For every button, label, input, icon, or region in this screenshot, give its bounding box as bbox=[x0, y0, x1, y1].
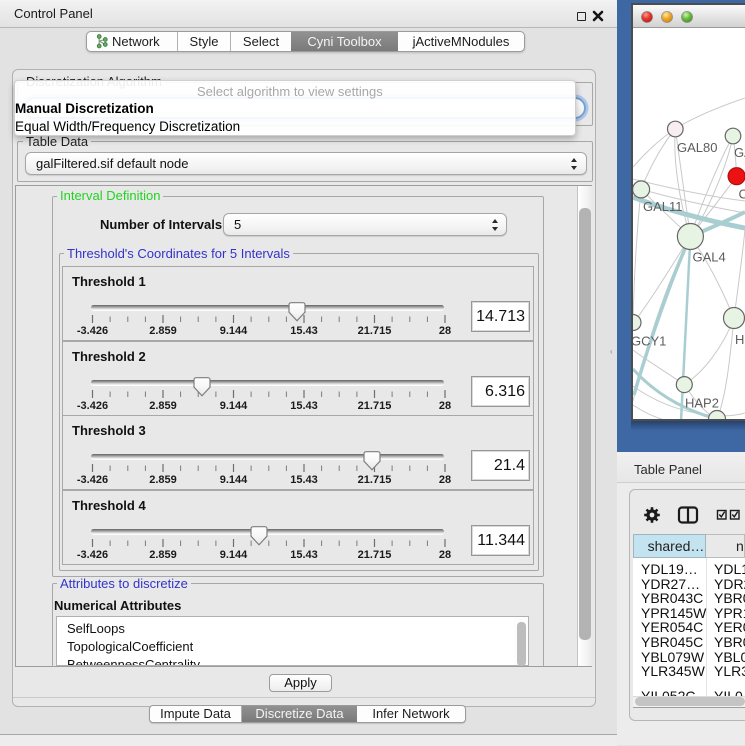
svg-text:HI: HI bbox=[735, 332, 745, 347]
svg-text:GA: GA bbox=[734, 145, 745, 160]
svg-text:GCY1: GCY1 bbox=[633, 334, 666, 349]
svg-text:HAP2: HAP2 bbox=[685, 396, 719, 411]
svg-text:GAL4: GAL4 bbox=[693, 250, 726, 265]
svg-text:GAL11: GAL11 bbox=[643, 199, 683, 214]
svg-text:GAL80: GAL80 bbox=[677, 140, 717, 155]
svg-text:CD: CD bbox=[739, 187, 745, 202]
